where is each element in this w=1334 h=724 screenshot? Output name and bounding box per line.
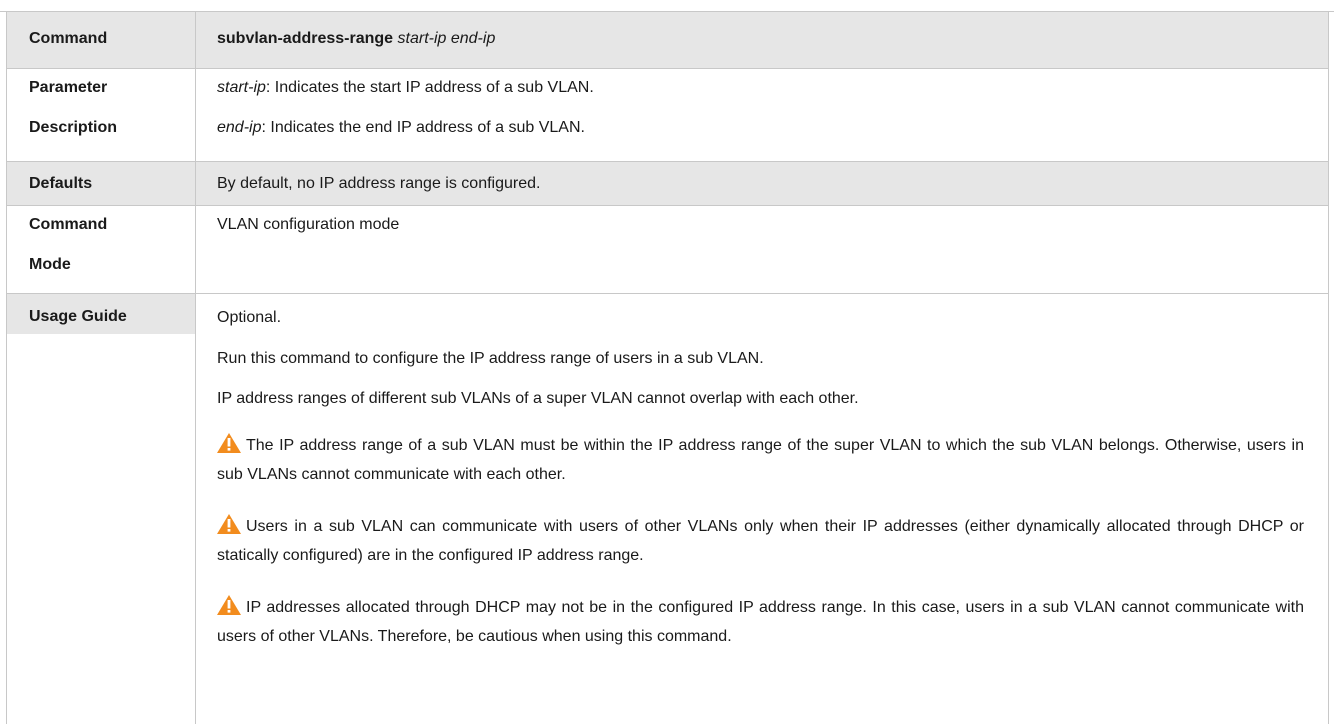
command-mode-label-line2: Mode	[29, 256, 71, 273]
defaults-text: By default, no IP address range is confi…	[217, 175, 541, 192]
parameter-row: Parameter Description start-ip: Indicate…	[0, 69, 1334, 162]
param-start-ip-text: : Indicates the start IP address of a su…	[265, 79, 594, 96]
caution-note-2: Users in a sub VLAN can communicate with…	[217, 512, 1304, 570]
defaults-row: Defaults By default, no IP address range…	[0, 162, 1334, 206]
param-end-ip-name: end-ip	[217, 119, 262, 136]
param-start-ip-name: start-ip	[217, 79, 266, 96]
command-mode-row: Command Mode VLAN configuration mode	[0, 206, 1334, 294]
caution-note-2-text: Users in a sub VLAN can communicate with…	[217, 518, 1304, 564]
command-mode-label-line1: Command	[29, 216, 108, 233]
usage-line-run: Run this command to configure the IP add…	[217, 350, 764, 367]
command-syntax: subvlan-address-range start-ip end-ip	[217, 29, 1304, 49]
usage-line-optional: Optional.	[217, 309, 282, 326]
warning-triangle-icon	[217, 595, 241, 615]
caution-note-1: The IP address range of a sub VLAN must …	[217, 431, 1304, 489]
defaults-label: Defaults	[29, 175, 93, 192]
command-mode-text: VLAN configuration mode	[217, 216, 400, 233]
usage-guide-row: Usage Guide Optional. Run this command t…	[0, 294, 1334, 724]
command-reference-table: Command subvlan-address-range start-ip e…	[0, 0, 1334, 724]
param-start-ip: start-ip: Indicates the start IP address…	[217, 78, 1304, 98]
usage-line-overlap: IP address ranges of different sub VLANs…	[217, 390, 859, 407]
caution-note-3: IP addresses allocated through DHCP may …	[217, 593, 1304, 651]
command-row: Command subvlan-address-range start-ip e…	[0, 12, 1334, 69]
command-label: Command	[29, 30, 108, 47]
caution-note-1-text: The IP address range of a sub VLAN must …	[217, 437, 1304, 483]
param-end-ip-text: : Indicates the end IP address of a sub …	[261, 119, 585, 136]
usage-guide-label: Usage Guide	[29, 308, 127, 325]
warning-triangle-icon	[217, 433, 241, 453]
command-arguments: start-ip end-ip	[397, 30, 496, 47]
command-keyword: subvlan-address-range	[217, 30, 394, 47]
description-label: Description	[29, 119, 118, 136]
warning-triangle-icon	[217, 514, 241, 534]
param-end-ip: end-ip: Indicates the end IP address of …	[217, 118, 1304, 138]
parameter-label: Parameter	[29, 79, 108, 96]
caution-note-3-text: IP addresses allocated through DHCP may …	[217, 599, 1304, 645]
